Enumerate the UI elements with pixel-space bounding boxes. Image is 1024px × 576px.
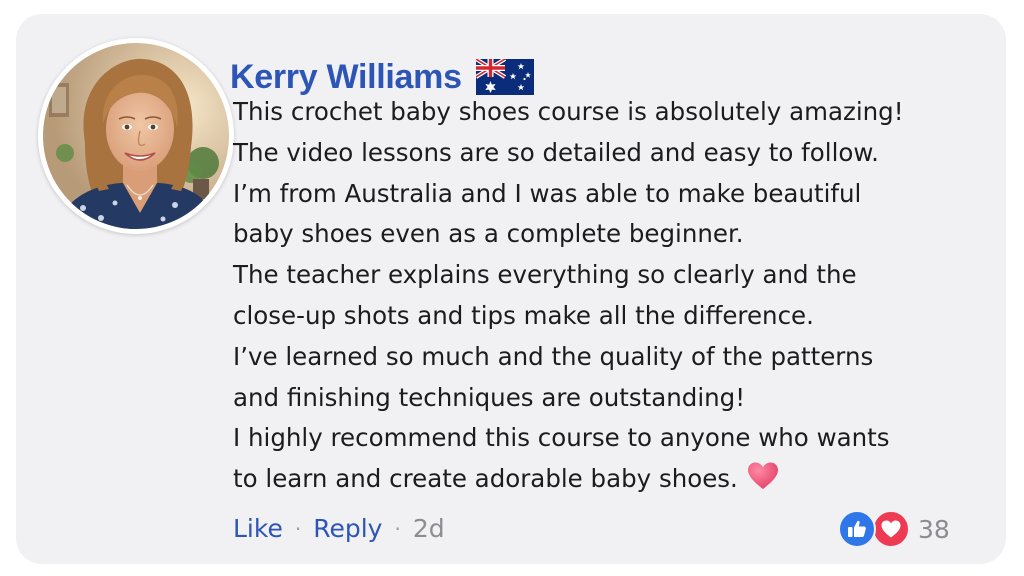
love-icon [872,510,910,548]
reaction-summary[interactable]: 38 [838,510,950,548]
timestamp[interactable]: 2d [413,514,445,543]
comment-line: close-up shots and tips make all the dif… [233,300,814,330]
comment-line: I’ve learned so much and the quality of … [233,341,874,371]
separator-dot: · [294,516,302,541]
like-button[interactable]: Like [233,514,283,543]
separator-dot: · [394,516,401,541]
comment-line-text: to learn and create adorable baby shoes. [233,464,738,494]
comment-line: I’m from Australia and I was able to mak… [233,178,862,208]
reply-button[interactable]: Reply [313,514,382,543]
comment-line: The teacher explains everything so clear… [233,260,857,290]
comment-actions: Like · Reply · 2d [233,514,445,543]
comment-line: baby shoes even as a complete beginner. [233,219,744,249]
comment-text: This crochet baby shoes course is absolu… [233,92,973,500]
reaction-count: 38 [918,514,950,544]
comment-line: The video lessons are so detailed and ea… [233,137,879,167]
like-icon [838,510,876,548]
heart-icon [746,461,780,491]
avatar[interactable] [38,38,234,234]
comment-line: and finishing techniques are outstanding… [233,382,746,412]
author-name[interactable]: Kerry Williams [230,58,462,97]
comment-line-last: to learn and create adorable baby shoes. [233,459,973,500]
comment-card: Kerry Williams This crochet baby shoes c… [16,14,1006,564]
comment-line: This crochet baby shoes course is absolu… [233,97,904,126]
australia-flag-icon [474,57,534,95]
comment-line: I highly recommend this course to anyone… [233,423,890,453]
avatar-photo [43,43,229,229]
